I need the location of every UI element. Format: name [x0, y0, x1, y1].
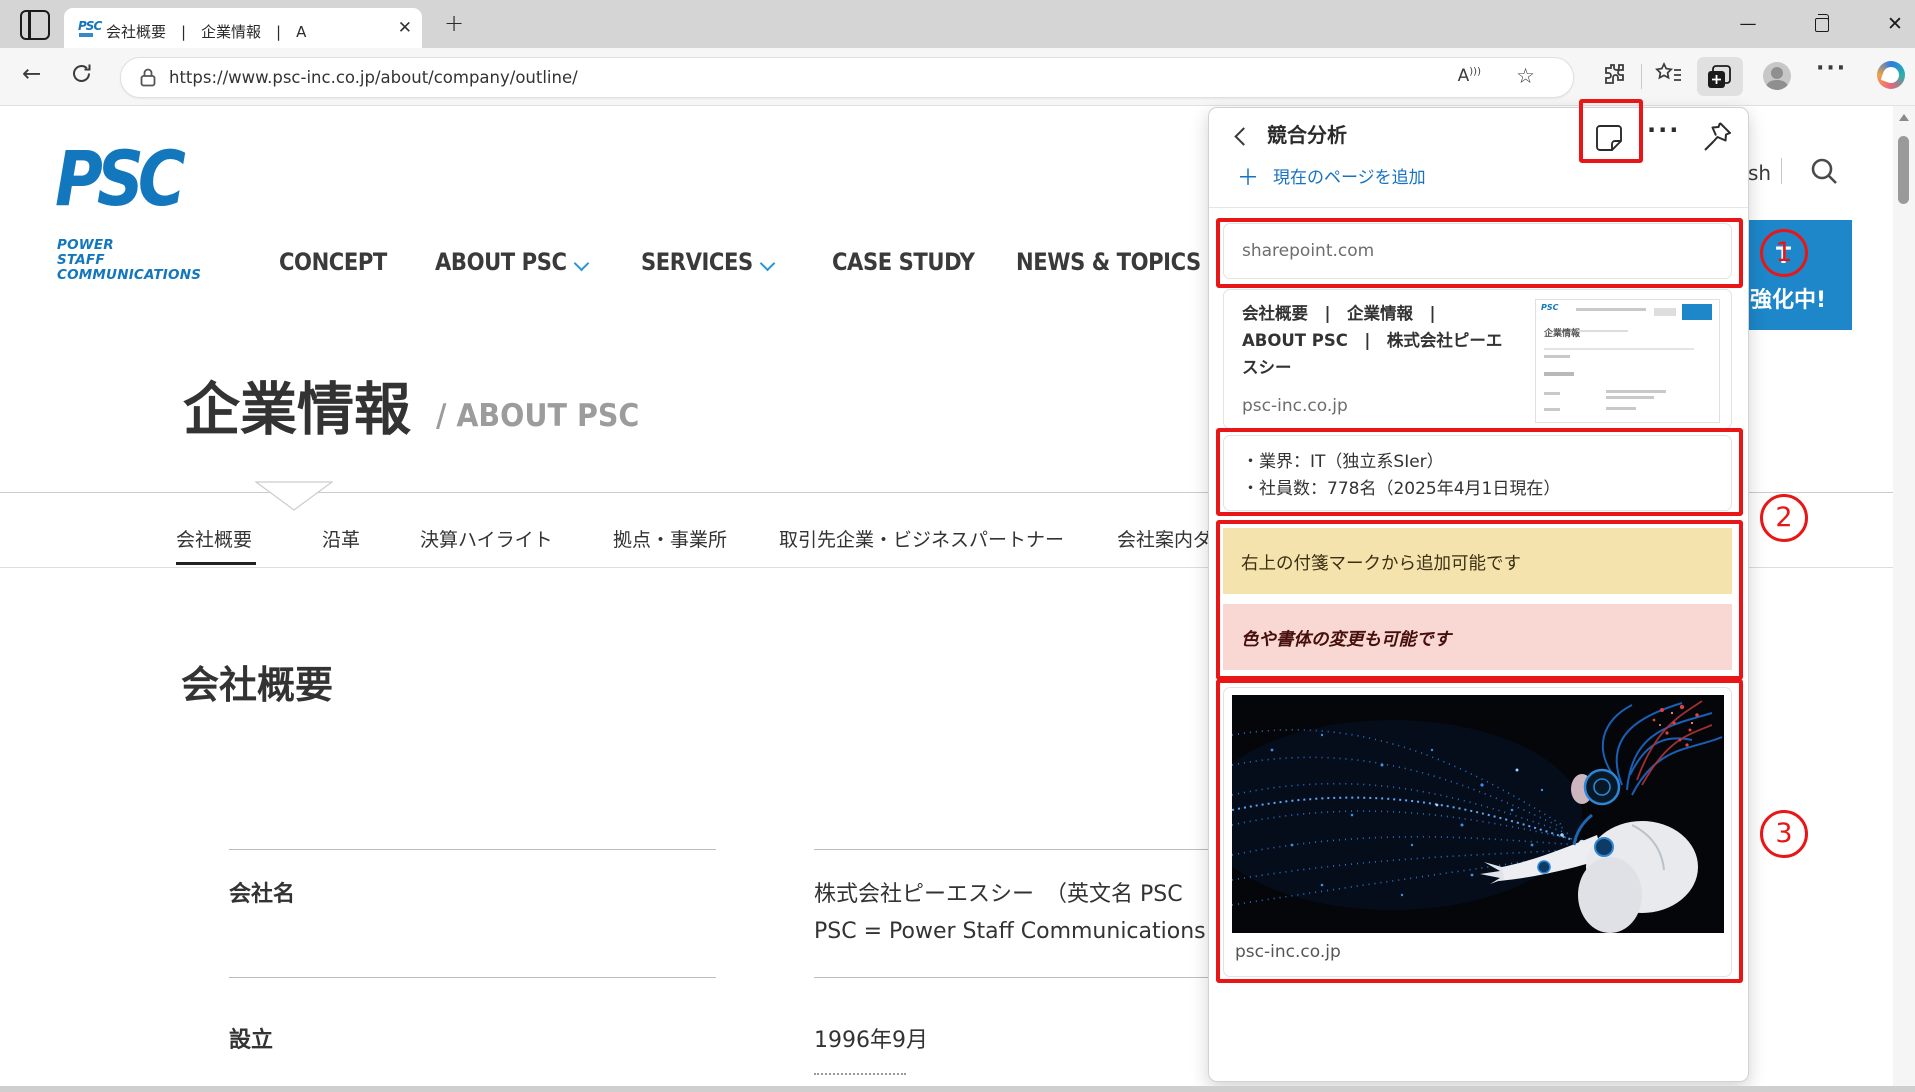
table-line	[229, 977, 716, 978]
nav-concept[interactable]: CONCEPT	[279, 248, 387, 276]
subnav-company-download[interactable]: 会社案内ダ	[1117, 525, 1212, 552]
table-value: PSC = Power Staff Communications	[814, 919, 1206, 944]
favorites-bar-icon[interactable]	[1655, 62, 1683, 87]
restore-button[interactable]	[1799, 0, 1845, 48]
table-line	[229, 849, 716, 850]
subnav-offices[interactable]: 拠点・事業所	[613, 525, 727, 552]
panel-more-icon[interactable]: ···	[1647, 116, 1680, 144]
read-aloud-icon[interactable]: A)))	[1458, 66, 1481, 86]
plus-icon: ＋	[1237, 166, 1259, 191]
tab-title: 会社概要 | 企業情報 | A	[106, 21, 386, 42]
table-label: 設立	[229, 1022, 273, 1054]
scrollbar-thumb[interactable]	[1898, 136, 1909, 204]
sticky-note-yellow[interactable]: 右上の付箋マークから追加可能です	[1223, 528, 1732, 594]
sticky-note-pink[interactable]: 色や書体の変更も可能です	[1223, 604, 1732, 670]
nav-services[interactable]: SERVICES	[641, 248, 753, 276]
image-domain: psc-inc.co.jp	[1235, 942, 1341, 962]
collection-note-company-facts[interactable]: ・業界：IT（独立系SIer） ・社員数：778名（2025年4月1日現在）	[1223, 435, 1732, 511]
close-button[interactable]: ✕	[1872, 0, 1915, 48]
sticky-note-icon[interactable]	[1591, 120, 1627, 156]
nav-news-topics[interactable]: NEWS & TOPICS	[1016, 248, 1201, 276]
psc-logo[interactable]: PSC	[55, 144, 180, 214]
subnav-history[interactable]: 沿革	[322, 525, 360, 552]
chevron-down-icon	[574, 256, 590, 272]
saved-page-thumbnail: PSC 企業情報	[1535, 299, 1720, 423]
tab-favicon-psc: PSC	[78, 19, 101, 33]
collections-panel: 競合分析 ··· ＋現在のページを追加 sharepoint.com 会社概要 …	[1208, 107, 1749, 1082]
page-title: 企業情報	[183, 364, 411, 446]
table-dotted-line	[814, 1073, 906, 1075]
section-title: 会社概要	[181, 654, 333, 709]
add-current-page-link[interactable]: ＋現在のページを追加	[1237, 160, 1426, 192]
table-value: 株式会社ピーエスシー （英文名 PSC	[814, 876, 1183, 908]
copilot-icon[interactable]	[1877, 61, 1905, 89]
address-bar[interactable]: https://www.psc-inc.co.jp/about/company/…	[120, 57, 1574, 98]
navigation-toolbar: ← https://www.psc-inc.co.jp/about/compan…	[0, 48, 1915, 106]
ai-robot-image	[1232, 695, 1724, 933]
browser-window: PSC 会社概要 | 企業情報 | A ✕ + — ✕ ← https://ww…	[0, 0, 1915, 1092]
header-divider	[1781, 158, 1782, 184]
language-link-fragment[interactable]: sh	[1748, 161, 1771, 185]
tab-close-icon[interactable]: ✕	[398, 19, 412, 37]
pin-icon[interactable]	[1701, 120, 1733, 154]
lock-icon	[140, 68, 156, 87]
profile-avatar[interactable]	[1763, 62, 1791, 90]
table-label: 会社名	[229, 876, 295, 908]
back-icon[interactable]	[1234, 127, 1252, 145]
tab-actions-icon[interactable]	[20, 10, 50, 40]
extensions-icon[interactable]	[1602, 62, 1627, 87]
nav-case-study[interactable]: CASE STUDY	[832, 248, 974, 276]
refresh-button[interactable]	[70, 62, 93, 85]
toolbar-divider	[1641, 64, 1642, 89]
table-value: 1996年9月	[814, 1022, 928, 1054]
new-tab-button[interactable]: +	[444, 9, 464, 37]
active-tab[interactable]: PSC 会社概要 | 企業情報 | A ✕	[64, 8, 422, 48]
saved-page-domain: psc-inc.co.jp	[1242, 396, 1348, 416]
saved-page-title: 会社概要 | 企業情報 | ABOUT PSC | 株式会社ピーエ スシー	[1242, 300, 1532, 381]
url-text[interactable]: https://www.psc-inc.co.jp/about/company/…	[169, 68, 578, 87]
subnav-company-outline[interactable]: 会社概要	[176, 525, 252, 552]
collection-item-image[interactable]: psc-inc.co.jp	[1223, 687, 1732, 977]
window-bottom-edge	[0, 1086, 1915, 1092]
subnav-partners[interactable]: 取引先企業・ビジネスパートナー	[779, 525, 1064, 552]
search-icon[interactable]	[1809, 156, 1839, 186]
hero-chevron-notch	[255, 481, 333, 513]
back-button[interactable]: ←	[22, 61, 41, 87]
tab-bar: PSC 会社概要 | 企業情報 | A ✕ + — ✕	[0, 0, 1915, 48]
panel-divider	[1209, 207, 1748, 208]
psc-logo-subtext: POWERSTAFFCOMMUNICATIONS	[57, 238, 201, 283]
chevron-down-icon	[760, 256, 776, 272]
scroll-up-arrow[interactable]	[1899, 114, 1909, 121]
settings-more-icon[interactable]: ···	[1816, 56, 1847, 81]
page-subtitle: / ABOUT PSC	[436, 398, 639, 434]
active-tab-underline	[176, 562, 256, 565]
favorite-star-icon[interactable]: ☆	[1516, 64, 1535, 88]
collection-item-sharepoint[interactable]: sharepoint.com	[1223, 223, 1732, 279]
collection-title: 競合分析	[1267, 119, 1347, 148]
collections-button[interactable]	[1697, 57, 1743, 96]
collection-item-psc-page[interactable]: 会社概要 | 企業情報 | ABOUT PSC | 株式会社ピーエ スシー ps…	[1223, 289, 1732, 429]
page-scrollbar[interactable]	[1893, 106, 1915, 1086]
nav-about-psc[interactable]: ABOUT PSC	[435, 248, 567, 276]
subnav-financial-highlights[interactable]: 決算ハイライト	[420, 525, 553, 552]
restore-icon	[1815, 18, 1829, 32]
minimize-button[interactable]: —	[1725, 0, 1771, 48]
recruit-banner[interactable]: T 強化中!	[1746, 220, 1852, 330]
